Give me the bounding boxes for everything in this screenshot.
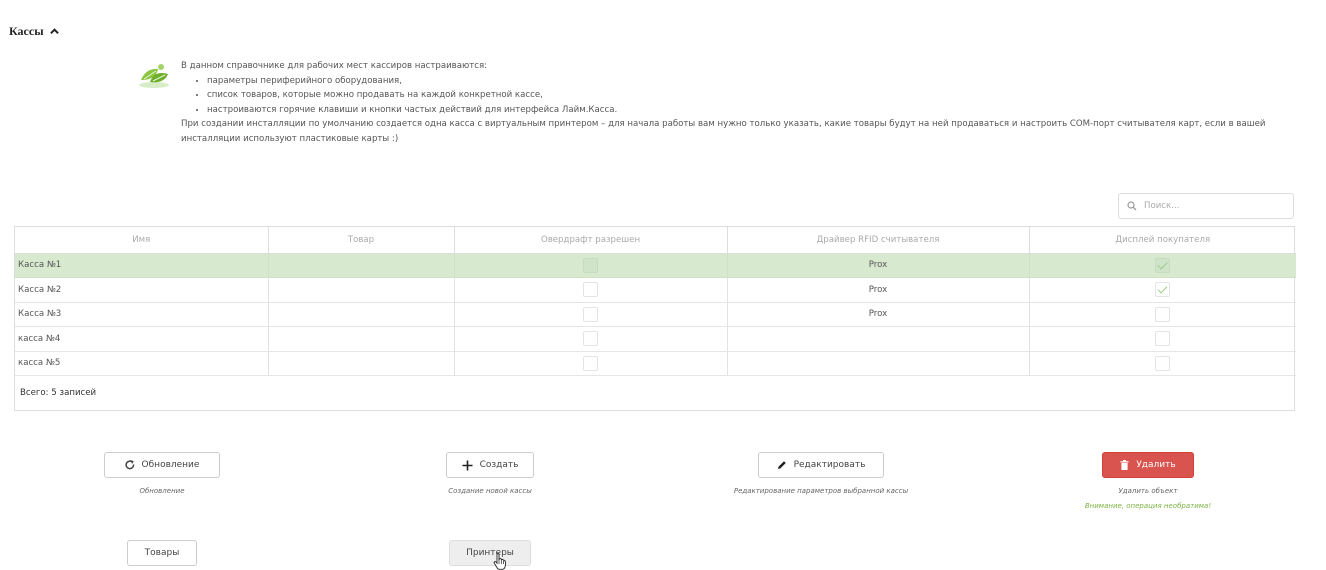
hand-cursor-icon xyxy=(493,553,507,570)
display-checkbox[interactable] xyxy=(1155,257,1171,273)
cell-product xyxy=(268,326,455,352)
cell-product xyxy=(268,302,455,327)
delete-label: Удалить xyxy=(1136,460,1176,470)
lime-logo-icon xyxy=(139,64,169,88)
search-input[interactable] xyxy=(1142,200,1282,212)
delete-button[interactable]: Удалить xyxy=(1102,452,1194,478)
edit-button[interactable]: Редактировать xyxy=(758,452,884,478)
column-header-rfid[interactable]: Драйвер RFID считывателя xyxy=(727,227,1030,254)
trash-icon xyxy=(1120,460,1129,470)
edit-hint: Редактирование параметров выбранной касс… xyxy=(733,487,909,495)
cell-overdraft xyxy=(454,326,728,352)
cell-display xyxy=(1029,277,1296,303)
create-hint: Создание новой кассы xyxy=(448,487,532,495)
overdraft-checkbox[interactable] xyxy=(583,331,598,347)
cell-name: Касса №1 xyxy=(15,253,269,278)
refresh-button[interactable]: Обновление xyxy=(104,452,220,478)
overdraft-checkbox[interactable] xyxy=(583,282,598,298)
search-box[interactable] xyxy=(1118,193,1294,219)
cell-name: Касса №3 xyxy=(15,302,269,327)
section-title: Кассы xyxy=(9,24,44,38)
cell-display xyxy=(1029,326,1296,352)
intro-note: При создании инсталляции по умолчанию со… xyxy=(181,119,1266,144)
overdraft-checkbox[interactable] xyxy=(583,355,598,371)
intro-item: параметры периферийного оборудования, xyxy=(207,74,1301,89)
column-header-overdraft[interactable]: Овердрафт разрешен xyxy=(454,227,728,254)
refresh-hint: Обновление xyxy=(139,487,185,495)
column-header-name[interactable]: Имя xyxy=(15,227,269,254)
section-header[interactable]: Кассы xyxy=(9,24,59,39)
cell-name: Касса №2 xyxy=(15,277,269,303)
plus-icon xyxy=(462,460,473,470)
display-checkbox[interactable] xyxy=(1155,306,1171,322)
intro-item: настроиваются горячие клавиши и кнопки ч… xyxy=(207,103,1301,118)
table-header-row: Имя Товар Овердрафт разрешен Драйвер RFI… xyxy=(15,227,1296,254)
display-checkbox[interactable] xyxy=(1155,331,1171,347)
cell-overdraft xyxy=(454,351,728,376)
cell-display xyxy=(1029,351,1296,376)
table-row[interactable]: Касса №1 Prox xyxy=(15,253,1296,278)
cell-product xyxy=(268,351,455,376)
printers-button[interactable]: Принтеры xyxy=(449,540,531,566)
products-label: Товары xyxy=(144,548,180,558)
cell-display xyxy=(1029,302,1296,327)
overdraft-checkbox[interactable] xyxy=(583,306,598,322)
cell-rfid xyxy=(727,351,1030,376)
cell-overdraft xyxy=(454,277,728,303)
table-row[interactable]: касса №4 xyxy=(15,326,1296,352)
table-row[interactable]: касса №5 xyxy=(15,351,1296,376)
intro-lead: В данном справочнике для рабочих мест ка… xyxy=(181,61,488,71)
chevron-up-icon[interactable] xyxy=(49,27,59,36)
intro-item: список товаров, которые можно продавать … xyxy=(207,88,1301,103)
table-footer: Всего: 5 записей xyxy=(15,376,1296,410)
pencil-icon xyxy=(777,461,786,469)
cell-overdraft xyxy=(454,253,728,278)
display-checkbox[interactable] xyxy=(1155,282,1171,298)
display-checkbox[interactable] xyxy=(1155,355,1171,371)
delete-warning: Внимание, операция необратима! xyxy=(1084,502,1212,510)
column-header-product[interactable]: Товар xyxy=(268,227,455,254)
cell-name: касса №5 xyxy=(15,351,269,376)
table-row[interactable]: Касса №3 Prox xyxy=(15,302,1296,327)
registers-table: Имя Товар Овердрафт разрешен Драйвер RFI… xyxy=(14,226,1296,411)
table-row[interactable]: Касса №2 Prox xyxy=(15,277,1296,303)
cell-rfid: Prox xyxy=(727,253,1030,278)
edit-label: Редактировать xyxy=(793,460,866,470)
cell-rfid: Prox xyxy=(727,277,1030,303)
column-header-display[interactable]: Дисплей покупателя xyxy=(1029,227,1296,254)
cell-rfid: Prox xyxy=(727,302,1030,327)
cell-rfid xyxy=(727,326,1030,352)
products-button[interactable]: Товары xyxy=(127,540,197,566)
create-button[interactable]: Создать xyxy=(446,452,534,478)
cell-name: касса №4 xyxy=(15,326,269,352)
delete-hint: Удалить объект xyxy=(1118,487,1178,495)
overdraft-checkbox[interactable] xyxy=(583,257,598,273)
intro-list: параметры периферийного оборудования, сп… xyxy=(181,74,1301,118)
create-label: Создать xyxy=(479,460,519,470)
refresh-icon xyxy=(124,460,134,470)
refresh-label: Обновление xyxy=(141,460,200,470)
search-icon xyxy=(1127,201,1137,211)
cell-display xyxy=(1029,253,1296,278)
cell-product xyxy=(268,277,455,303)
cell-product xyxy=(268,253,455,278)
intro-text: В данном справочнике для рабочих мест ка… xyxy=(181,59,1301,146)
cell-overdraft xyxy=(454,302,728,327)
records-total: Всего: 5 записей xyxy=(20,387,97,398)
